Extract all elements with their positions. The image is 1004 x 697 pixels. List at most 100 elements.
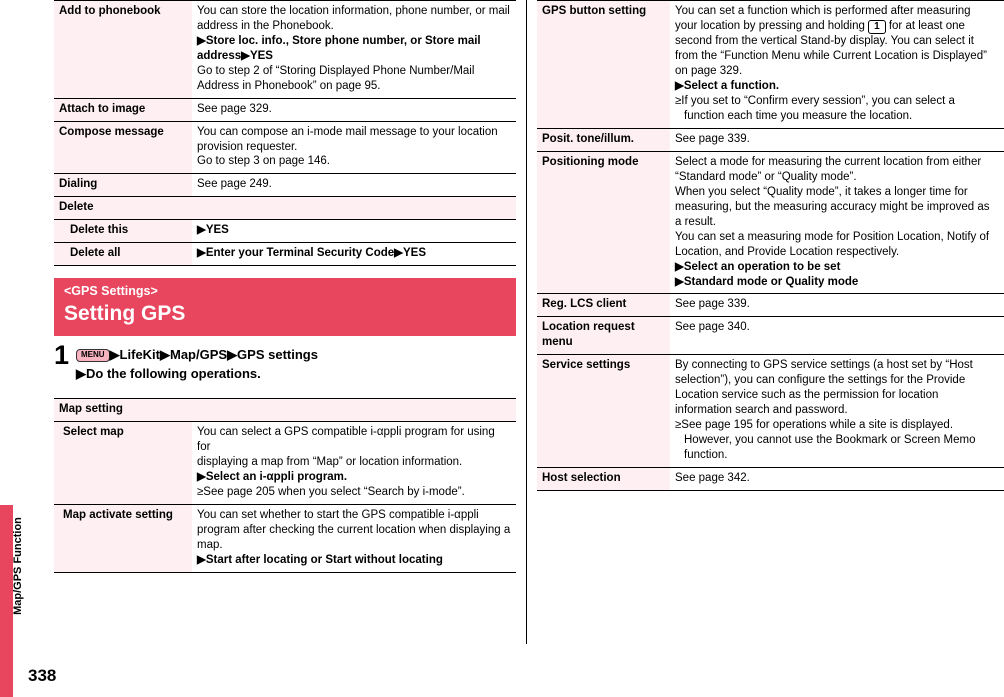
row-label: GPS button setting [537,0,670,130]
phonebook-options-table: Add to phonebook You can store the locati… [54,0,516,267]
table-row: Service settings By connecting to GPS ser… [537,354,1004,468]
row-description: You can set a function which is performe… [670,0,1004,130]
spine-label: Map/GPS Function [12,517,24,615]
desc-line: ▶Enter your Terminal Security Code▶YES [197,247,427,260]
gps-settings-table: GPS button setting You can set a function… [537,0,1004,491]
table-row: Map setting [54,398,516,423]
desc-line: Location, and Provide Location respectiv… [675,245,900,258]
desc-line: from the “Function Menu while Current Lo… [675,50,987,63]
desc-line: function each time you measure the locat… [684,110,913,123]
table-row: Delete all ▶Enter your Terminal Security … [54,242,516,267]
desc-line: See page 339. [675,298,750,311]
desc-line: second from the vertical Stand-by displa… [675,35,974,48]
map-setting-table: Map setting Select map You can select a GP… [54,398,516,573]
desc-line: ≥If you set to “Confirm every session”, … [675,95,955,108]
row-description: See page 340. [670,316,1004,356]
row-label: Delete all [54,242,192,267]
row-label: Location request menu [537,316,670,356]
row-description: Select a mode for measuring the current … [670,150,1004,295]
step-number: 1 [54,340,70,371]
desc-line: You can select a GPS compatible i-αppli … [197,426,495,454]
page-number: 338 [28,666,57,685]
manual-page: Map/GPS Function 338 Add to phonebook You… [0,0,1004,697]
desc-line: See page 342. [675,471,750,484]
desc-line: address in the Phonebook. [197,19,334,32]
row-label: Select map [54,421,192,505]
row-description: You can set whether to start the GPS com… [192,504,516,573]
desc-line: See page 249. [197,178,272,191]
desc-line: ▶Select an operation to be set [675,260,841,273]
desc-line: on page 329. [675,65,743,78]
desc-line: ≥See page 205 when you select “Search by… [197,486,465,499]
desc-line: a result. [675,215,716,228]
desc-line: selection”), you can configure the setti… [675,374,966,387]
step-line-1: MENU ▶LifeKit▶Map/GPS▶GPS settings [76,346,516,365]
desc-line: ▶YES [197,224,229,237]
row-description: See page 329. [192,97,516,122]
row-label: Reg. LCS client [537,293,670,318]
table-row: Compose message You can compose an i-mode… [54,120,516,175]
desc-line: However, you cannot use the Bookmark or … [684,433,976,446]
column-divider [526,0,527,644]
desc-line: information search and password. [675,404,848,417]
step-line-2: ▶Do the following operations. [76,366,261,382]
desc-line: “Standard mode” or “Quality mode”. [675,170,857,183]
table-row: Map activate setting You can set whether … [54,504,516,573]
desc-line: your location by pressing and holding 1 … [675,19,999,35]
table-group-header: Delete [54,196,516,221]
row-description: See page 249. [192,173,516,198]
section-heading-gps-settings: <GPS Settings> Setting GPS [54,278,516,337]
desc-line: See page 329. [197,102,272,115]
table: Add to phonebook You can store the locati… [54,0,516,267]
row-label: Dialing [54,173,192,198]
desc-line: address▶YES [197,49,273,62]
row-label: Delete this [54,219,192,244]
table-row: Positioning mode Select a mode for measur… [537,150,1004,295]
table-row: Add to phonebook You can store the locati… [54,0,516,99]
table-row: Attach to image See page 329. [54,97,516,122]
desc-line: By connecting to GPS service settings (a… [675,359,973,372]
row-label: Service settings [537,354,670,468]
row-label: Attach to image [54,97,192,122]
row-label: Map activate setting [54,504,192,573]
desc-line: ▶Select a function. [675,80,780,93]
desc-line: Go to step 3 on page 146. [197,155,330,168]
row-label: Host selection [537,466,670,491]
desc-line: ▶Store loc. info., Store phone number, o… [197,34,481,47]
desc-line: ▶Select an i-αppli program. [197,471,348,484]
table-row: Dialing See page 249. [54,173,516,198]
section-title: Setting GPS [64,302,186,326]
desc-line: measuring, but the measuring accuracy mi… [675,200,990,213]
step-line-1-text: ▶LifeKit▶Map/GPS▶GPS settings [109,347,318,363]
step-1: 1 MENU ▶LifeKit▶Map/GPS▶GPS settings ▶Do … [54,342,516,386]
desc-line: You can set a function which is performe… [675,5,971,17]
desc-line: displaying a map from “Map” or location … [197,456,463,469]
row-description: ▶YES [192,219,516,244]
table-row: Reg. LCS client See page 339. [537,293,1004,318]
desc-line: ≥See page 195 for operations while a sit… [675,419,954,431]
row-description: You can select a GPS compatible i-αppli … [192,421,516,505]
desc-line: ▶Standard mode or Quality mode [675,275,859,288]
desc-line: ▶Start after locating or Start without l… [197,553,443,566]
right-column: GPS button setting You can set a function… [537,0,1004,491]
desc-line: Go to step 2 of “Storing Displayed Phone… [197,64,475,77]
section-subtitle: <GPS Settings> [64,284,158,299]
desc-line: You can set a measuring mode for Positio… [675,230,990,243]
desc-line: See page 339. [675,133,750,146]
desc-line: map. [197,538,223,551]
row-label: Posit. tone/illum. [537,128,670,152]
row-label: Positioning mode [537,150,670,295]
table-row: Delete this ▶YES [54,219,516,244]
table-row: GPS button setting You can set a function… [537,0,1004,130]
table-row: Host selection See page 342. [537,466,1004,491]
desc-line: Select a mode for measuring the current … [675,156,982,168]
desc-line: You can set whether to start the GPS com… [197,509,479,521]
row-description: ▶Enter your Terminal Security Code▶YES [192,242,516,267]
desc-line: Address in Phonebook” on page 95. [197,79,381,92]
table-row: Delete [54,196,516,221]
row-label: Compose message [54,120,192,175]
menu-key-icon: MENU [76,349,110,363]
table-group-header: Map setting [54,398,516,423]
key-1-icon: 1 [868,19,886,35]
desc-line: You can store the location information, … [197,5,510,17]
